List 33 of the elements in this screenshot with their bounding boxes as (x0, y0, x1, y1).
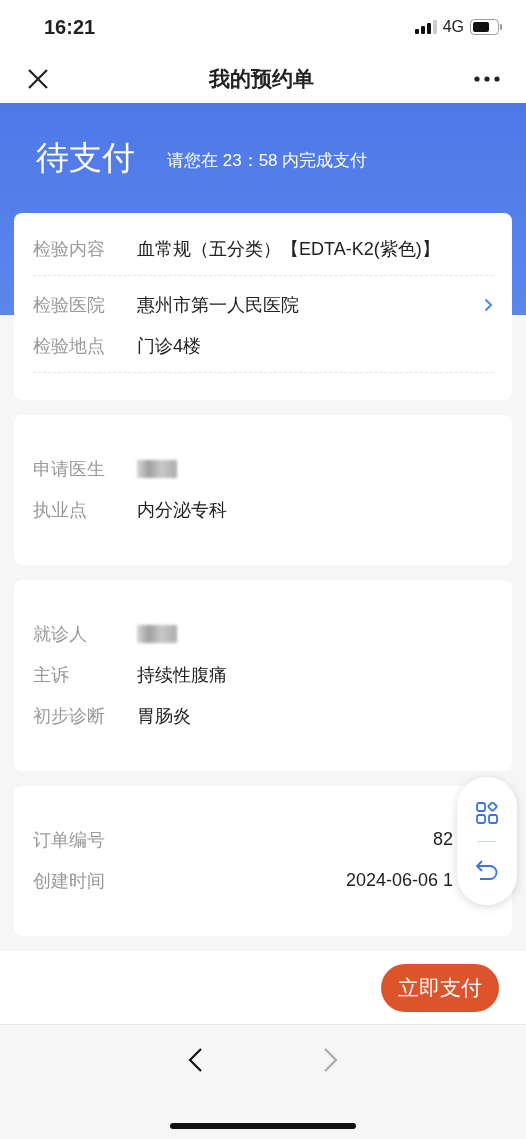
close-icon[interactable] (27, 67, 49, 90)
pay-now-button[interactable]: 立即支付 (381, 963, 499, 1012)
redacted-text (137, 624, 177, 643)
status-time: 16:21 (44, 15, 96, 39)
field-label: 创建时间 (33, 869, 106, 893)
field-value[interactable]: 惠州市第一人民医院 (137, 292, 299, 317)
field-value: 门诊4楼 (137, 334, 201, 358)
payment-deadline: 请您在 23：58 内完成支付 (167, 149, 368, 172)
field-label: 申请医生 (33, 457, 106, 481)
field-value: 2024-06-06 1 (345, 870, 453, 891)
battery-icon (470, 19, 502, 36)
field-value: 血常规（五分类）【EDTA-K2(紫色)】 (137, 237, 440, 261)
field-label: 就诊人 (33, 622, 88, 646)
signal-icon (414, 20, 437, 35)
field-label: 检验地点 (33, 334, 106, 358)
field-value: 胃肠炎 (137, 704, 191, 728)
payment-status: 待支付 (36, 137, 135, 178)
field-value: 持续性腹痛 (137, 663, 227, 687)
field-label: 检验医院 (33, 293, 106, 317)
redacted-text (137, 459, 177, 478)
more-icon[interactable] (474, 75, 500, 82)
apps-icon[interactable] (476, 801, 498, 824)
chevron-right-icon[interactable] (484, 297, 493, 312)
return-icon[interactable] (475, 858, 499, 881)
field-label: 检验内容 (33, 237, 106, 261)
field-label: 主诉 (33, 663, 70, 687)
field-label: 执业点 (33, 498, 88, 522)
field-label: 订单编号 (33, 828, 106, 852)
network-label: 4G (442, 18, 464, 37)
field-label: 初步诊断 (33, 704, 106, 728)
field-value: 内分泌专科 (137, 498, 227, 522)
page-title: 我的预约单 (209, 65, 314, 92)
field-value: 82 (432, 829, 453, 850)
